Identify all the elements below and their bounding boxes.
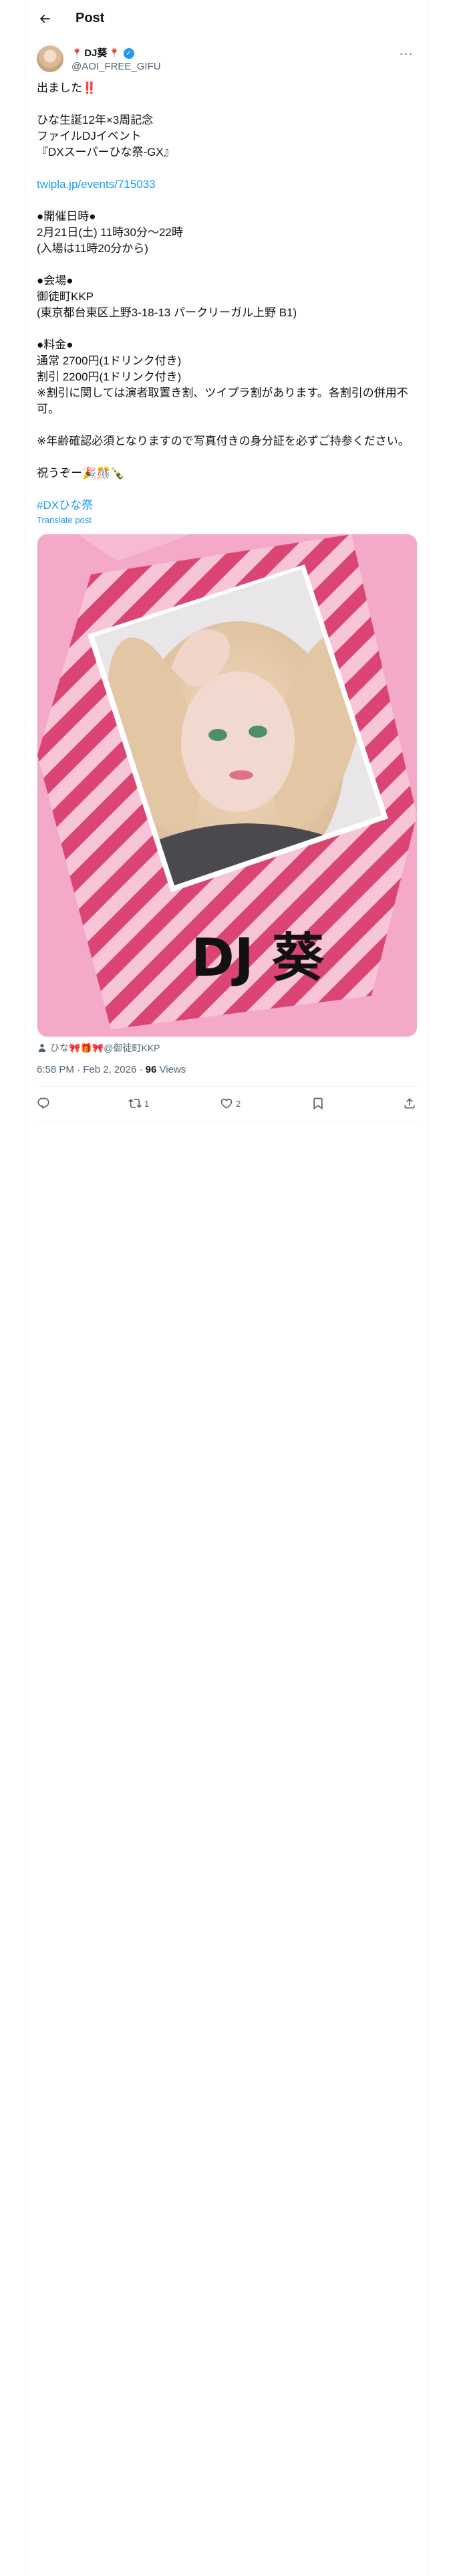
post-text-line: ●開催日時● <box>37 210 96 223</box>
post-text-line: 2月21日(土) 11時30分〜22時 <box>37 226 183 239</box>
more-options-button[interactable]: ··· <box>398 47 415 60</box>
tagged-text: ひな🎀🎁🎀@御徒町KKP <box>50 1043 160 1053</box>
bookmark-icon <box>313 1097 323 1110</box>
hashtag-link[interactable]: #DXひな祭 <box>37 499 93 512</box>
tagged-users[interactable]: ひな🎀🎁🎀@御徒町KKP <box>37 1041 160 1055</box>
share-icon <box>404 1098 415 1109</box>
post-image[interactable]: DJ 葵 <box>37 534 418 1037</box>
repost-count: 1 <box>144 1098 150 1109</box>
repost-button[interactable]: 1 <box>128 1097 155 1110</box>
post-text-line: 割引 2200円(1ドリンク付き) <box>37 370 182 383</box>
top-bar: Post <box>26 0 427 37</box>
like-button[interactable]: 2 <box>220 1097 247 1110</box>
post-column: Post 📍 DJ葵 📍 ✓ @AOI_FREE_GIFU ··· 出ました‼️… <box>25 0 428 2576</box>
share-button[interactable] <box>403 1097 416 1110</box>
post-text: 出ました‼️ ひな生誕12年×3周記念 ファイルDJイベント 『DXスーパーひな… <box>37 80 416 514</box>
translate-post-link[interactable]: Translate post <box>37 514 92 526</box>
pin-emoji: 📍 <box>71 48 83 58</box>
action-bar: 1 2 <box>37 1087 416 1119</box>
post-text-line: ひな生誕12年×3周記念 <box>37 114 154 126</box>
display-name-text: DJ葵 <box>84 47 108 59</box>
like-count: 2 <box>236 1098 241 1109</box>
bookmark-button[interactable] <box>311 1097 338 1110</box>
avatar[interactable] <box>37 45 63 72</box>
post-text-line: ●料金● <box>37 338 73 351</box>
post-text-line: 通常 2700円(1ドリンク付き) <box>37 354 182 367</box>
display-name[interactable]: 📍 DJ葵 📍 ✓ <box>71 47 161 60</box>
post-time[interactable]: 6:58 PM <box>37 1064 74 1075</box>
post-meta: 6:58 PM · Feb 2, 2026 · 96 Views <box>37 1064 186 1075</box>
post-text-line: 出ました‼️ <box>37 82 97 94</box>
pin-emoji-trailing: 📍 <box>109 48 120 58</box>
author-info: 📍 DJ葵 📍 ✓ @AOI_FREE_GIFU <box>71 47 161 74</box>
verified-badge-icon: ✓ <box>123 48 134 59</box>
post-date[interactable]: Feb 2, 2026 <box>83 1064 136 1075</box>
heart-icon <box>220 1098 233 1109</box>
post-text-line: (入場は11時20分から) <box>37 242 148 255</box>
photo-artwork: DJ 葵 <box>37 534 417 1037</box>
reply-icon <box>37 1097 49 1109</box>
back-button[interactable] <box>33 7 57 31</box>
page-title: Post <box>76 11 105 25</box>
event-link[interactable]: twipla.jp/events/715033 <box>37 178 156 191</box>
more-icon: ··· <box>399 46 414 60</box>
author-handle[interactable]: @AOI_FREE_GIFU <box>71 60 161 74</box>
repost-icon <box>128 1099 142 1108</box>
divider-top <box>37 1086 416 1087</box>
views-label: Views <box>159 1064 186 1075</box>
post-text-line: 御徒町KKP <box>37 290 94 303</box>
person-icon <box>38 1044 46 1052</box>
post-text-line: ※年齢確認必須となりますので写真付きの身分証を必ずご持参ください。 <box>37 435 410 447</box>
post-text-line: ※割引に関しては演者取置き割、ツイプラ割があります。各割引の併用不可。 <box>37 387 408 415</box>
post-text-line: ●会場● <box>37 274 73 287</box>
views-count: 96 <box>145 1064 157 1075</box>
post-text-line: 『DXスーパーひな祭-GX』 <box>37 146 175 158</box>
post-text-line: 祝うぞー🎉🎊🍾 <box>37 467 125 479</box>
arrow-left-icon <box>39 14 50 23</box>
signature-text: DJ 葵 <box>191 928 325 988</box>
post-text-line: (東京都台東区上野3-18-13 パークリーガル上野 B1) <box>37 306 297 319</box>
post-text-line: ファイルDJイベント <box>37 130 142 142</box>
reply-button[interactable] <box>37 1097 63 1110</box>
